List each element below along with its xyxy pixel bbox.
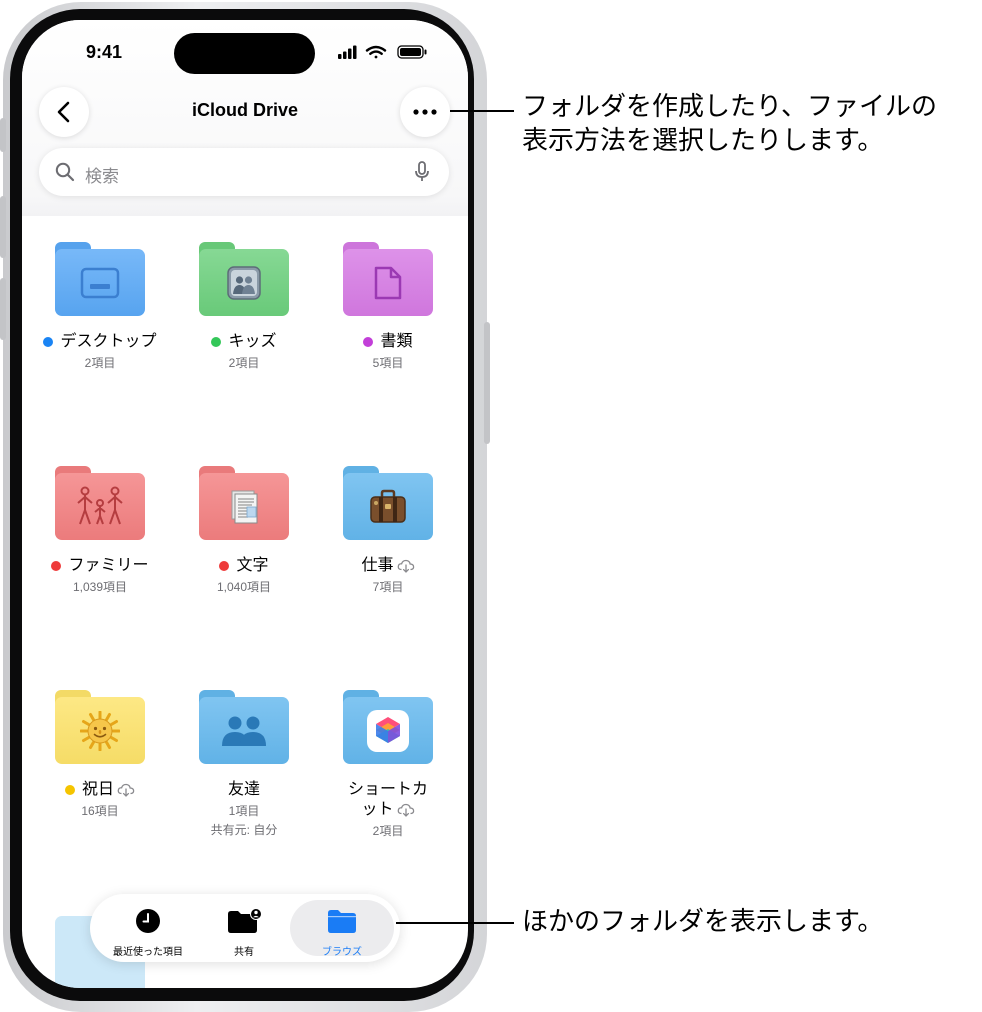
folder-name: 友達 [227, 781, 260, 798]
tab-browse[interactable]: ブラウズ [290, 900, 394, 958]
tab-recents[interactable]: 最近使った項目 [96, 900, 200, 958]
action-button [0, 118, 6, 152]
color-tag-dot [363, 337, 374, 347]
folder-name: デスクトップ [60, 333, 157, 350]
folder-item-work[interactable]: 仕事 7項目 [316, 466, 460, 595]
callout-top: フォルダを作成したり、ファイルの 表示方法を選択したりします。 [522, 90, 977, 158]
folder-item-family[interactable]: ファミリー 1,039項目 [28, 466, 172, 595]
callout-line-top [450, 110, 514, 112]
callout-top-line1: フォルダを作成したり、ファイルの [522, 92, 937, 122]
folder-name: 文字 [236, 557, 269, 574]
folder-item-desktop[interactable]: デスクトップ 2項目 [28, 242, 172, 371]
people-icon [199, 694, 289, 768]
folder-icon [199, 466, 289, 540]
folder-name: 書類 [380, 333, 413, 350]
folder-item-count: 2項目 [228, 356, 260, 370]
folder-item-count: 1,039項目 [72, 580, 128, 594]
color-tag-dot [51, 561, 62, 571]
folder-icon [343, 242, 433, 316]
folder-name: ショートカ [347, 781, 428, 798]
search-field[interactable]: 検索 [39, 148, 449, 196]
folder-item-documents[interactable]: 書類 5項目 [316, 242, 460, 371]
microphone-icon[interactable] [414, 161, 430, 183]
folder-item-shortcuts[interactable]: ショートカット 2項目 [316, 690, 460, 839]
family-icon [55, 470, 145, 544]
document-icon [343, 246, 433, 320]
color-tag-dot [64, 785, 75, 795]
folder-name: 祝日 [81, 781, 114, 798]
more-button[interactable] [400, 87, 450, 137]
callout-top-line2: 表示方法を選択したりします。 [522, 126, 884, 156]
tab-shared[interactable]: 共有 [192, 900, 296, 958]
clock-icon [136, 909, 160, 933]
cloud-download-icon[interactable] [397, 803, 415, 817]
briefcase-icon [343, 470, 433, 544]
folder-item-moji[interactable]: 文字 1,040項目 [172, 466, 316, 595]
wifi-icon [365, 45, 387, 59]
color-tag-dot [219, 561, 230, 571]
folder-item-kids[interactable]: キッズ 2項目 [172, 242, 316, 371]
battery-icon [397, 45, 427, 59]
status-time: 9:41 [85, 42, 123, 62]
folder-name: ファミリー [68, 557, 149, 574]
volume-down-button [0, 278, 6, 340]
documents-stack-icon [199, 470, 289, 544]
folder-icon [343, 690, 433, 764]
search-icon [55, 162, 75, 182]
ellipsis-icon [413, 109, 437, 115]
status-icons [338, 45, 427, 59]
cloud-download-icon[interactable] [117, 783, 135, 797]
color-tag-dot [43, 337, 54, 347]
folder-name: キッズ [228, 333, 277, 350]
dynamic-island [174, 33, 315, 74]
folder-item-count: 1項目 [228, 804, 260, 818]
folder-item-holidays[interactable]: 祝日 16項目 [28, 690, 172, 819]
desktop-icon [55, 246, 145, 320]
tab-browse-label: ブラウズ [322, 947, 362, 958]
folder-icon [328, 910, 356, 933]
folder-name-line2: ット [361, 801, 394, 818]
side-button [484, 322, 490, 444]
sun-face-icon [55, 694, 145, 768]
tab-shared-label: 共有 [234, 947, 254, 958]
folder-item-count: 5項目 [372, 356, 404, 370]
tab-bar: 最近使った項目 共有 ブラウズ [90, 894, 400, 962]
folder-item-friends[interactable]: 友達 1項目共有元: 自分 [172, 690, 316, 838]
volume-up-button [0, 196, 6, 258]
folder-item-count: 1,040項目 [216, 580, 272, 594]
shared-folder-icon [228, 908, 262, 933]
cloud-download-icon[interactable] [397, 559, 415, 573]
callout-line-bottom [396, 922, 514, 924]
contacts-icon [199, 246, 289, 320]
folder-item-count: 2項目 [84, 356, 116, 370]
folder-icon [343, 466, 433, 540]
search-input[interactable]: 検索 [85, 162, 119, 187]
folder-name: 仕事 [361, 557, 394, 574]
folder-icon [199, 242, 289, 316]
folder-icon [55, 242, 145, 316]
folder-item-count: 2項目 [372, 824, 404, 838]
folder-icon [55, 466, 145, 540]
cellular-signal-icon [338, 45, 357, 59]
folder-shared-by: 共有元: 自分 [210, 823, 278, 837]
folder-icon [199, 690, 289, 764]
callout-bottom: ほかのフォルダを表示します。 [522, 907, 884, 937]
folder-icon [55, 690, 145, 764]
folder-item-count: 16項目 [81, 804, 119, 818]
shortcuts-icon [343, 694, 433, 768]
color-tag-dot [211, 337, 222, 347]
screen: 9:41 iCloud Drive 検索 デスクトップ 2項目 キッズ 2項目 … [22, 20, 468, 988]
tab-recents-label: 最近使った項目 [113, 947, 183, 958]
folder-item-count: 7項目 [372, 580, 404, 594]
